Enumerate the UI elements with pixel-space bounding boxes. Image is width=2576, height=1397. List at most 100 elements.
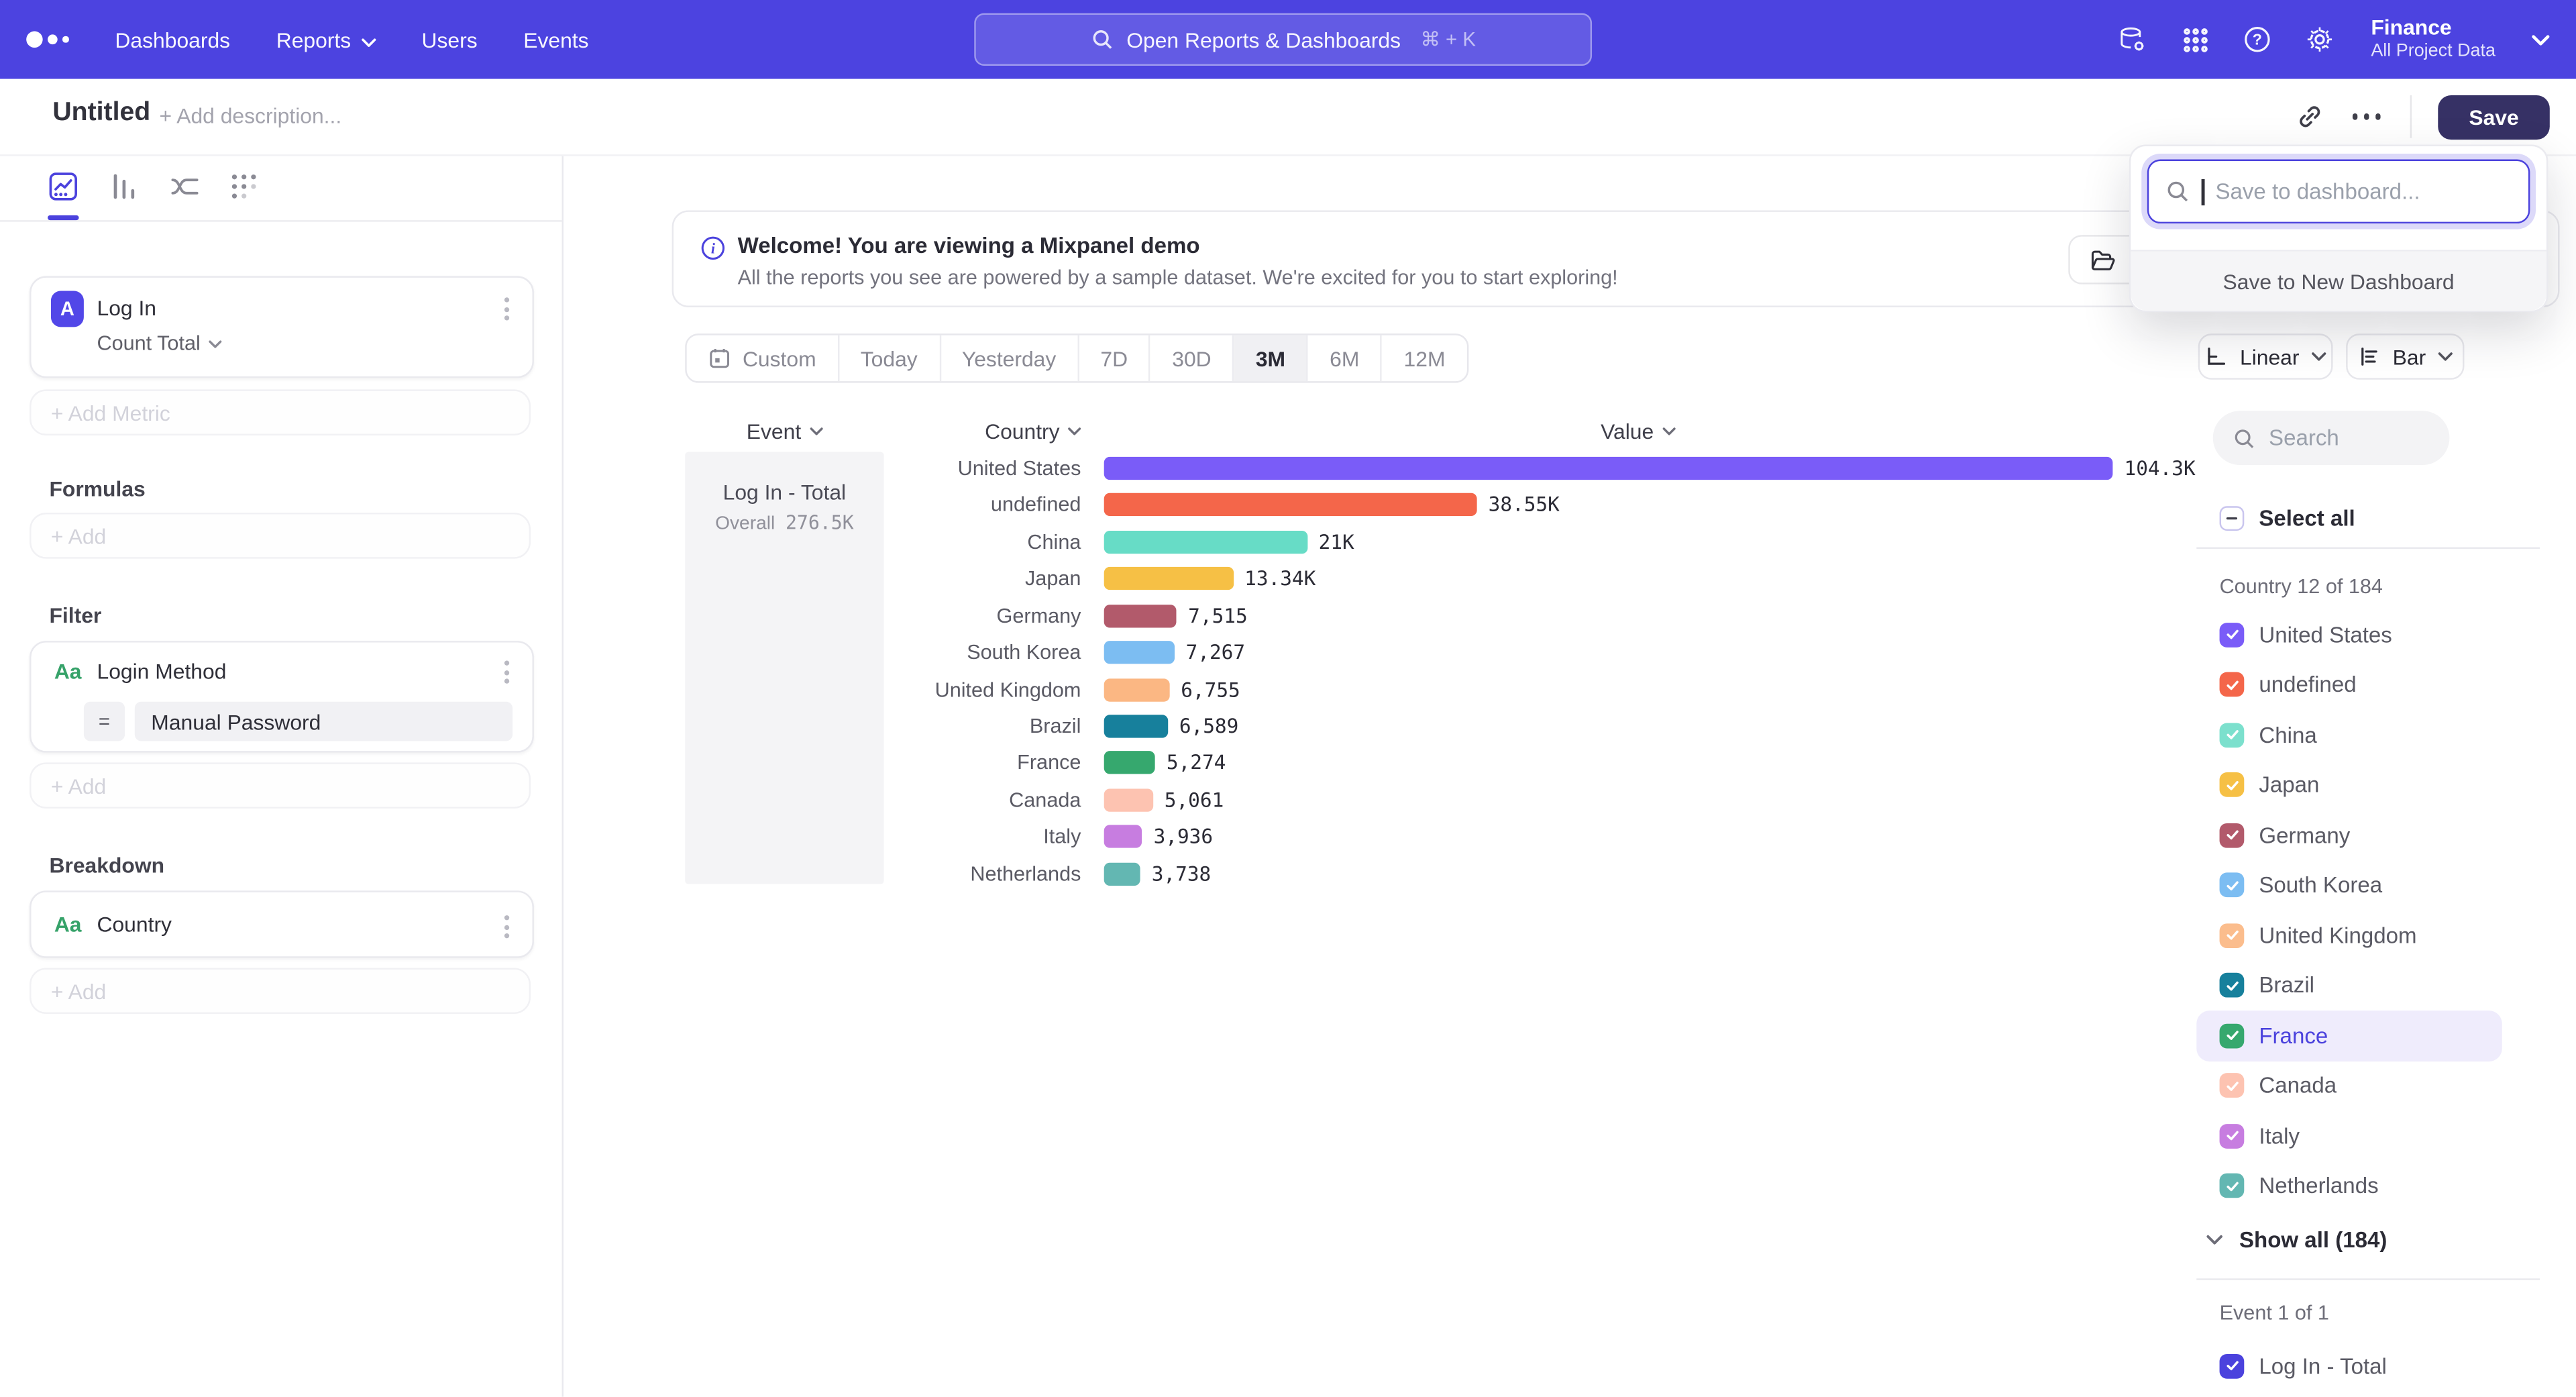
select-all-checkbox-indeterminate[interactable] bbox=[2220, 505, 2245, 530]
range-custom[interactable]: Custom bbox=[687, 335, 839, 382]
report-title[interactable]: Untitled bbox=[52, 99, 150, 128]
legend-row-canada[interactable]: Canada bbox=[2196, 1061, 2502, 1111]
range-30d[interactable]: 30D bbox=[1150, 335, 1234, 382]
formulas-header: Formulas bbox=[49, 476, 145, 501]
legend-row-italy[interactable]: Italy bbox=[2196, 1111, 2502, 1161]
settings-gear-icon[interactable] bbox=[2305, 25, 2334, 54]
filter-operator-chip[interactable]: = bbox=[84, 702, 125, 741]
tab-insights-icon[interactable] bbox=[48, 171, 79, 203]
range-3m[interactable]: 3M bbox=[1234, 335, 1308, 382]
column-header-event[interactable]: Event bbox=[685, 419, 883, 444]
add-formula-button[interactable]: + Add bbox=[30, 513, 531, 559]
bar-south-korea[interactable] bbox=[1104, 641, 1175, 664]
more-options-icon[interactable] bbox=[2349, 107, 2384, 126]
legend-row-japan[interactable]: Japan bbox=[2196, 760, 2502, 811]
scale-selector-linear[interactable]: Linear bbox=[2198, 333, 2333, 380]
country-checkbox-checked[interactable] bbox=[2220, 623, 2245, 648]
nav-dashboards[interactable]: Dashboards bbox=[115, 27, 230, 52]
show-all-button[interactable]: Show all (184) bbox=[2206, 1227, 2387, 1252]
legend-row-south-korea[interactable]: South Korea bbox=[2196, 860, 2502, 911]
metric-kebab-menu-icon[interactable] bbox=[501, 294, 513, 323]
bar-italy[interactable] bbox=[1104, 825, 1142, 848]
country-checkbox-checked[interactable] bbox=[2220, 773, 2245, 798]
project-switcher[interactable]: Finance All Project Data bbox=[2371, 17, 2496, 62]
save-to-new-dashboard-button[interactable]: Save to New Dashboard bbox=[2131, 250, 2546, 311]
country-checkbox-checked[interactable] bbox=[2220, 723, 2245, 747]
bar-brazil[interactable] bbox=[1104, 715, 1168, 737]
legend-row-undefined[interactable]: undefined bbox=[2196, 660, 2502, 710]
search-shortcut: ⌘ + K bbox=[1420, 28, 1476, 51]
metric-card-log-in[interactable]: A Log In Count Total bbox=[30, 276, 534, 378]
bar-france[interactable] bbox=[1104, 752, 1155, 774]
range-today[interactable]: Today bbox=[839, 335, 941, 382]
country-checkbox-checked[interactable] bbox=[2220, 823, 2245, 847]
apps-grid-icon[interactable] bbox=[2180, 25, 2210, 54]
country-checkbox-checked[interactable] bbox=[2220, 1123, 2245, 1148]
chart-row-japan: Japan13.34K bbox=[564, 561, 2222, 598]
bar-germany[interactable] bbox=[1104, 604, 1177, 627]
metric-event-name[interactable]: Log In bbox=[97, 296, 156, 321]
metric-aggregation-selector[interactable]: Count Total bbox=[97, 332, 221, 355]
mixpanel-logo-icon[interactable] bbox=[26, 32, 69, 48]
country-checkbox-checked[interactable] bbox=[2220, 1023, 2245, 1048]
add-filter-button[interactable]: + Add bbox=[30, 762, 531, 809]
bar-china[interactable] bbox=[1104, 531, 1307, 554]
add-metric-button[interactable]: + Add Metric bbox=[30, 389, 531, 435]
save-button[interactable]: Save bbox=[2438, 95, 2550, 139]
filter-kebab-menu-icon[interactable] bbox=[501, 658, 513, 687]
country-checkbox-checked[interactable] bbox=[2220, 1174, 2245, 1198]
tab-funnels-icon[interactable] bbox=[109, 171, 140, 203]
bar-netherlands[interactable] bbox=[1104, 862, 1140, 885]
column-header-country[interactable]: Country bbox=[887, 419, 1081, 444]
breakdown-card-country[interactable]: Aa Country bbox=[30, 890, 534, 958]
breakdown-property-name[interactable]: Country bbox=[97, 912, 172, 937]
add-breakdown-button[interactable]: + Add bbox=[30, 968, 531, 1014]
range-6m[interactable]: 6M bbox=[1308, 335, 1382, 382]
bar-united-states[interactable] bbox=[1104, 457, 2113, 480]
save-to-dashboard-input[interactable]: Save to dashboard... bbox=[2147, 160, 2530, 224]
breakdown-kebab-menu-icon[interactable] bbox=[501, 912, 513, 941]
copy-link-icon[interactable] bbox=[2296, 103, 2322, 130]
select-all-row[interactable]: Select all bbox=[2196, 495, 2548, 541]
legend-row-brazil[interactable]: Brazil bbox=[2196, 960, 2502, 1011]
legend-search-input[interactable]: Search bbox=[2213, 411, 2450, 465]
legend-row-germany[interactable]: Germany bbox=[2196, 810, 2502, 860]
country-checkbox-checked[interactable] bbox=[2220, 873, 2245, 898]
tab-retention-icon[interactable] bbox=[228, 171, 260, 203]
chart-row-canada: Canada5,061 bbox=[564, 782, 2222, 819]
add-description-field[interactable]: + Add description... bbox=[160, 103, 342, 128]
range-12m[interactable]: 12M bbox=[1383, 335, 1467, 382]
legend-event-row[interactable]: Log In - Total bbox=[2196, 1341, 2548, 1390]
bar-value-label: 13.34K bbox=[1244, 561, 1316, 598]
filter-property-name[interactable]: Login Method bbox=[97, 659, 226, 684]
bar-japan[interactable] bbox=[1104, 568, 1233, 590]
legend-row-united-states[interactable]: United States bbox=[2196, 610, 2502, 660]
global-search-button[interactable]: Open Reports & Dashboards ⌘ + K bbox=[974, 13, 1592, 66]
legend-row-united-kingdom[interactable]: United Kingdom bbox=[2196, 911, 2502, 961]
event-checkbox-checked[interactable] bbox=[2220, 1353, 2245, 1378]
project-chevron-down-icon[interactable] bbox=[2532, 34, 2550, 45]
range-7d[interactable]: 7D bbox=[1079, 335, 1151, 382]
nav-reports[interactable]: Reports bbox=[276, 27, 376, 52]
country-checkbox-checked[interactable] bbox=[2220, 923, 2245, 948]
nav-events[interactable]: Events bbox=[523, 27, 588, 52]
filter-card-login-method[interactable]: Aa Login Method = Manual Password bbox=[30, 641, 534, 753]
chart-row-germany: Germany7,515 bbox=[564, 598, 2222, 635]
column-header-value[interactable]: Value bbox=[1572, 419, 1704, 444]
bar-canada[interactable] bbox=[1104, 788, 1153, 811]
country-checkbox-checked[interactable] bbox=[2220, 973, 2245, 998]
country-checkbox-checked[interactable] bbox=[2220, 672, 2245, 697]
legend-row-netherlands[interactable]: Netherlands bbox=[2196, 1161, 2502, 1211]
range-yesterday[interactable]: Yesterday bbox=[941, 335, 1079, 382]
tab-flows-icon[interactable] bbox=[169, 171, 201, 203]
bar-united-kingdom[interactable] bbox=[1104, 678, 1169, 701]
bar-undefined[interactable] bbox=[1104, 494, 1477, 517]
chart-type-selector-bar[interactable]: Bar bbox=[2346, 333, 2464, 380]
nav-users[interactable]: Users bbox=[422, 27, 478, 52]
help-icon[interactable]: ? bbox=[2243, 25, 2272, 54]
legend-row-france[interactable]: France bbox=[2196, 1011, 2502, 1061]
data-management-icon[interactable] bbox=[2118, 25, 2147, 54]
country-checkbox-checked[interactable] bbox=[2220, 1074, 2245, 1098]
legend-row-china[interactable]: China bbox=[2196, 710, 2502, 760]
filter-value-chip[interactable]: Manual Password bbox=[135, 702, 513, 741]
